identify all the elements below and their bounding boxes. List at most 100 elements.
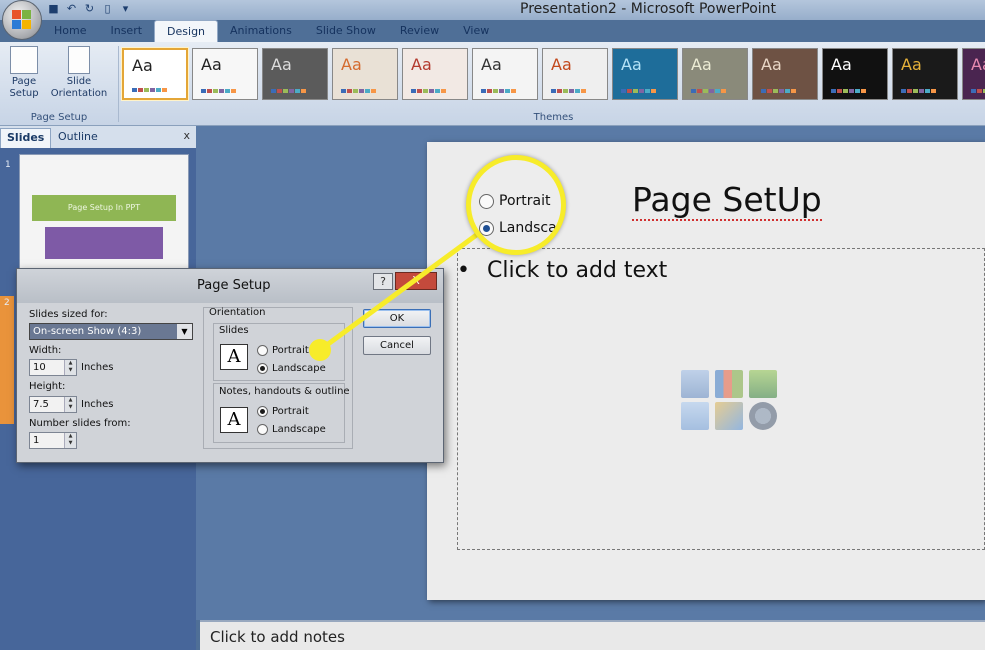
radio-icon: [257, 345, 268, 356]
thumbnail-title-bar: Page Setup In PPT: [32, 195, 176, 221]
theme-thumbnail[interactable]: Aa: [822, 48, 888, 100]
theme-thumbnail[interactable]: Aa: [682, 48, 748, 100]
height-unit: Inches: [81, 399, 114, 410]
theme-sample-text: Aa: [761, 55, 782, 74]
slide-number: 2: [4, 298, 10, 308]
chevron-down-icon[interactable]: ▼: [177, 324, 192, 339]
tab-insert[interactable]: Insert: [98, 20, 154, 42]
theme-thumbnail[interactable]: Aa: [472, 48, 538, 100]
slide-orientation-button[interactable]: Slide Orientation: [46, 46, 112, 100]
height-stepper[interactable]: 7.5 ▲ ▼: [29, 396, 77, 413]
ribbon-separator: [118, 46, 119, 122]
redo-icon[interactable]: ↻: [82, 1, 97, 16]
ok-button[interactable]: OK: [363, 309, 431, 328]
stepper-arrows-icon[interactable]: ▲ ▼: [64, 360, 76, 375]
bullet-text: Click to add text: [486, 258, 668, 283]
theme-thumbnail[interactable]: Aa: [892, 48, 958, 100]
undo-icon[interactable]: ↶: [64, 1, 79, 16]
qat-dropdown-icon[interactable]: ▾: [118, 1, 133, 16]
close-icon[interactable]: X: [395, 272, 437, 290]
notes-landscape-radio[interactable]: Landscape: [257, 424, 326, 435]
width-label: Width:: [29, 345, 62, 356]
theme-thumbnail[interactable]: Aa: [402, 48, 468, 100]
tab-home[interactable]: Home: [42, 20, 98, 42]
page-setup-button[interactable]: Page Setup: [6, 46, 42, 100]
theme-color-swatches: [481, 89, 516, 93]
tab-view[interactable]: View: [451, 20, 501, 42]
slides-portrait-radio[interactable]: Portrait: [257, 345, 309, 356]
insert-picture-icon[interactable]: [681, 402, 709, 430]
ribbon: Page Setup Slide Orientation Page Setup …: [0, 42, 985, 126]
theme-sample-text: Aa: [201, 55, 222, 74]
theme-thumbnail[interactable]: Aa: [192, 48, 258, 100]
theme-thumbnail[interactable]: Aa: [262, 48, 328, 100]
number-slides-from-label: Number slides from:: [29, 418, 131, 429]
help-icon[interactable]: ?: [373, 273, 393, 290]
tab-slide-show[interactable]: Slide Show: [304, 20, 388, 42]
notes-portrait-radio[interactable]: Portrait: [257, 406, 309, 417]
theme-color-swatches: [691, 89, 726, 93]
page-setup-button-label: Page Setup: [9, 76, 39, 99]
height-label: Height:: [29, 381, 66, 392]
office-button[interactable]: [2, 0, 42, 40]
slides-orientation-label: Slides: [219, 325, 249, 336]
slide-thumbnail-1[interactable]: Page Setup In PPT: [19, 154, 189, 282]
page-setup-group-label: Page Setup: [30, 112, 88, 123]
tab-animations[interactable]: Animations: [218, 20, 304, 42]
office-logo-icon: [12, 10, 32, 30]
width-stepper[interactable]: 10 ▲ ▼: [29, 359, 77, 376]
theme-thumbnail[interactable]: Aa: [332, 48, 398, 100]
tab-outline[interactable]: Outline: [52, 128, 104, 148]
width-value: 10: [33, 362, 46, 373]
window-title: Presentation2 - Microsoft PowerPoint: [520, 1, 777, 17]
tab-slides[interactable]: Slides: [0, 128, 52, 148]
magnifier-callout: Portrait Landscape: [466, 155, 566, 255]
theme-thumbnail[interactable]: Aa: [752, 48, 818, 100]
theme-sample-text: Aa: [411, 55, 432, 74]
insert-smartart-icon[interactable]: [749, 370, 777, 398]
insert-media-icon[interactable]: [749, 402, 777, 430]
theme-color-swatches: [901, 89, 936, 93]
theme-color-swatches: [971, 89, 985, 93]
cancel-button[interactable]: Cancel: [363, 336, 431, 355]
theme-color-swatches: [271, 89, 306, 93]
page-setup-dialog: Page Setup ? X Slides sized for: On-scre…: [16, 268, 444, 463]
slides-sized-for-label: Slides sized for:: [29, 309, 108, 320]
theme-color-swatches: [621, 89, 656, 93]
tab-design[interactable]: Design: [154, 20, 219, 42]
theme-sample-text: Aa: [621, 55, 642, 74]
save-icon[interactable]: ■: [46, 1, 61, 16]
notes-placeholder: Click to add notes: [210, 628, 345, 646]
theme-sample-text: Aa: [481, 55, 502, 74]
insert-clip-art-icon[interactable]: [715, 402, 743, 430]
theme-color-swatches: [831, 89, 866, 93]
theme-color-swatches: [132, 88, 167, 92]
theme-thumbnail[interactable]: Aa: [612, 48, 678, 100]
title-bar: ■ ↶ ↻ ▯ ▾ Presentation2 - Microsoft Powe…: [0, 0, 985, 20]
content-placeholder-text[interactable]: • Click to add text: [457, 258, 667, 283]
theme-color-swatches: [761, 89, 796, 93]
insert-chart-icon[interactable]: [715, 370, 743, 398]
notes-orientation-preview-icon: A: [220, 407, 248, 433]
pane-tabs: Slides Outline x: [0, 126, 196, 148]
stepper-arrows-icon[interactable]: ▲ ▼: [64, 433, 76, 448]
slide-title[interactable]: Page SetUp: [632, 180, 822, 221]
tab-review[interactable]: Review: [388, 20, 451, 42]
theme-thumbnail[interactable]: Aa: [121, 47, 189, 101]
theme-color-swatches: [341, 89, 376, 93]
theme-thumbnail[interactable]: Aa: [962, 48, 985, 100]
number-slides-from-stepper[interactable]: 1 ▲ ▼: [29, 432, 77, 449]
slide-orientation-icon: [68, 46, 90, 74]
notes-pane[interactable]: Click to add notes: [200, 620, 985, 650]
radio-icon: [479, 193, 494, 209]
insert-table-icon[interactable]: [681, 370, 709, 398]
radio-selected-icon: [257, 363, 268, 374]
new-document-icon[interactable]: ▯: [100, 1, 115, 16]
theme-thumbnail[interactable]: Aa: [542, 48, 608, 100]
radio-icon: [257, 424, 268, 435]
stepper-arrows-icon[interactable]: ▲ ▼: [64, 397, 76, 412]
slides-sized-for-select[interactable]: On-screen Show (4:3) ▼: [29, 323, 193, 340]
slides-landscape-radio[interactable]: Landscape: [257, 363, 326, 374]
slide-thumbnail-2-selection[interactable]: [0, 296, 14, 424]
close-icon[interactable]: x: [183, 129, 190, 142]
